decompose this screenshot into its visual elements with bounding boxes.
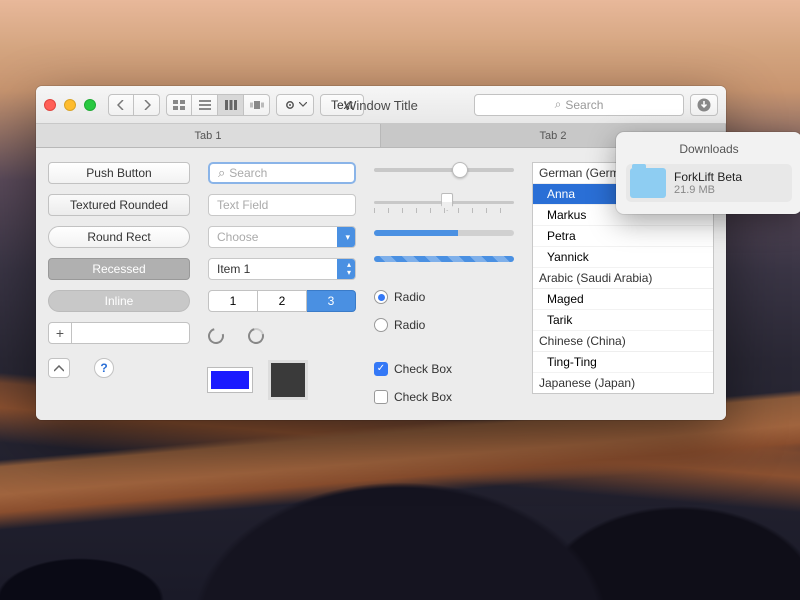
bottom-row: ? [48, 358, 190, 378]
help-button[interactable]: ? [94, 358, 114, 378]
image-well[interactable] [268, 360, 308, 400]
list-item[interactable]: Yannick [533, 247, 713, 268]
list-item[interactable]: Tarik [533, 310, 713, 331]
toolbar-search-placeholder: Search [565, 98, 603, 112]
add-button[interactable]: + [48, 322, 72, 344]
list-item[interactable]: Maged [533, 289, 713, 310]
toolbar-search-input[interactable]: ⌕ Search [474, 94, 684, 116]
segmented-control: 1 2 3 [208, 290, 356, 312]
checkbox-2[interactable]: Check Box [374, 390, 514, 404]
list-group-header: Arabic (Saudi Arabia) [533, 268, 713, 289]
checkbox-label: Check Box [394, 390, 452, 404]
view-coverflow-icon[interactable] [244, 94, 270, 116]
nav-group [108, 94, 160, 116]
tab-1[interactable]: Tab 1 [36, 124, 381, 147]
segment-3[interactable]: 3 [307, 290, 356, 312]
radio-2[interactable]: Radio [374, 318, 514, 332]
titlebar: Text Window Title ⌕ Search [36, 86, 726, 124]
action-menu-button[interactable] [276, 94, 314, 116]
radio-label: Radio [394, 290, 425, 304]
slider[interactable] [374, 162, 514, 178]
download-meta: ForkLift Beta 21.9 MB [674, 170, 742, 196]
spinner-row [208, 328, 356, 344]
segment-2[interactable]: 2 [258, 290, 307, 312]
checkbox-icon [374, 362, 388, 376]
buttons-column: Push Button Textured Rounded Round Rect … [48, 162, 190, 404]
radio-1[interactable]: Radio [374, 290, 514, 304]
search-input[interactable]: Search [208, 162, 356, 184]
spinner-icon [205, 325, 227, 347]
checkbox-icon [374, 390, 388, 404]
stepper-icon: ▴▾ [347, 261, 351, 277]
forward-button[interactable] [134, 94, 160, 116]
window: Text Window Title ⌕ Search Tab 1 Tab 2 P… [36, 86, 726, 420]
progress-circle-icon [245, 325, 267, 347]
list-group-header: Chinese (China) [533, 331, 713, 352]
slider-track [374, 168, 514, 172]
slider-ticks[interactable] [374, 194, 514, 210]
text-placeholder: Text Field [217, 198, 268, 212]
slider-thumb[interactable] [441, 193, 453, 211]
inputs-column: Search Text Field Choose ▾ Item 1 ▴▾ 1 2… [208, 162, 356, 404]
popover-title: Downloads [626, 142, 792, 156]
minimize-icon[interactable] [64, 99, 76, 111]
color-well[interactable] [208, 368, 252, 392]
download-size: 21.9 MB [674, 184, 742, 196]
segment-1[interactable]: 1 [208, 290, 258, 312]
progress-fill [374, 256, 514, 262]
view-list-icon[interactable] [192, 94, 218, 116]
chevron-down-icon: ▾ [345, 232, 350, 243]
round-rect-button[interactable]: Round Rect [48, 226, 190, 248]
checkbox-1[interactable]: Check Box [374, 362, 514, 376]
progress-bar [374, 230, 514, 236]
textured-rounded-button[interactable]: Textured Rounded [48, 194, 190, 216]
close-icon[interactable] [44, 99, 56, 111]
add-row: + [48, 322, 190, 344]
list-item[interactable]: Ting-Ting [533, 352, 713, 373]
text-button[interactable]: Text [320, 94, 364, 116]
combo-placeholder: Choose [217, 230, 258, 244]
download-icon [697, 98, 711, 112]
view-mode-group [166, 94, 270, 116]
list-item[interactable]: Petra [533, 226, 713, 247]
download-item[interactable]: ForkLift Beta 21.9 MB [626, 164, 792, 202]
inline-button[interactable]: Inline [48, 290, 190, 312]
gear-icon [284, 99, 296, 111]
search-icon: ⌕ [555, 97, 562, 112]
slider-thumb[interactable] [452, 162, 468, 178]
add-field[interactable] [72, 322, 190, 344]
recessed-button[interactable]: Recessed [48, 258, 190, 280]
chevron-up-icon [54, 365, 64, 372]
radio-icon [374, 318, 388, 332]
chevron-down-icon [299, 102, 307, 107]
progress-fill [374, 230, 458, 236]
view-column-icon[interactable] [218, 94, 244, 116]
push-button[interactable]: Push Button [48, 162, 190, 184]
disclosure-button[interactable] [48, 358, 70, 378]
downloads-popover: Downloads ForkLift Beta 21.9 MB [616, 132, 800, 214]
folder-icon [630, 168, 666, 198]
zoom-icon[interactable] [84, 99, 96, 111]
checkbox-label: Check Box [394, 362, 452, 376]
progress-bar-indeterminate [374, 256, 514, 262]
download-name: ForkLift Beta [674, 170, 742, 184]
downloads-button[interactable] [690, 94, 718, 116]
back-button[interactable] [108, 94, 134, 116]
controls-column: Radio Radio Check Box Check Box [374, 162, 514, 404]
popup-button[interactable]: Item 1 ▴▾ [208, 258, 356, 280]
view-icon-icon[interactable] [166, 94, 192, 116]
text-field[interactable]: Text Field [208, 194, 356, 216]
popup-value: Item 1 [217, 262, 250, 276]
radio-icon [374, 290, 388, 304]
traffic-lights [44, 99, 96, 111]
radio-label: Radio [394, 318, 425, 332]
search-placeholder: Search [229, 166, 267, 180]
list-group-header: Japanese (Japan) [533, 373, 713, 394]
combo-box[interactable]: Choose ▾ [208, 226, 356, 248]
well-row [208, 360, 356, 400]
